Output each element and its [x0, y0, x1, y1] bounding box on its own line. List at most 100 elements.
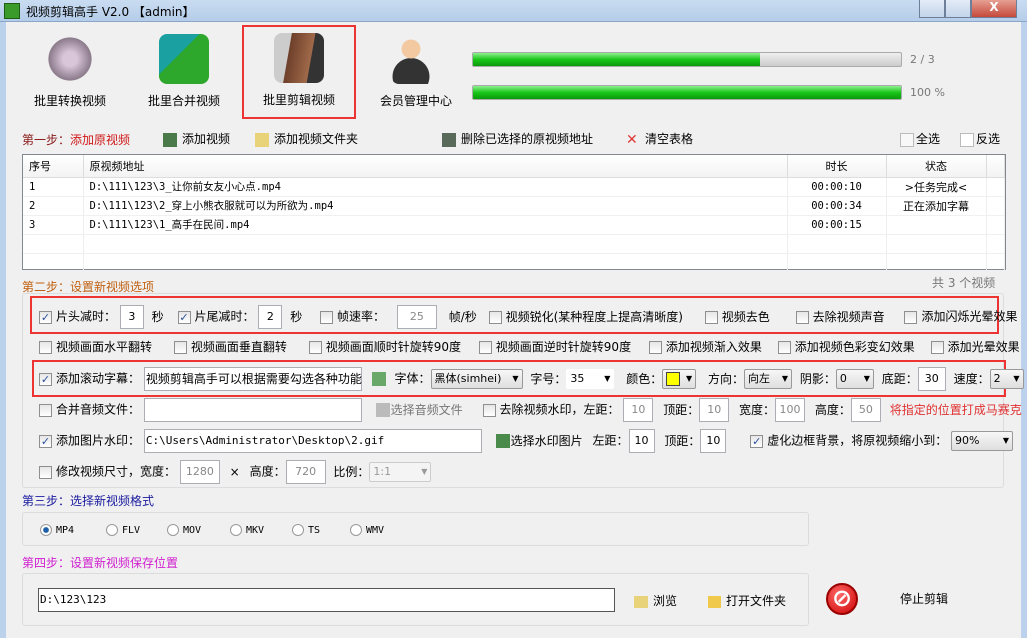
batch-edit-button[interactable]: 批里剪辑视频: [242, 25, 356, 119]
wm-top-input[interactable]: 10: [699, 398, 730, 422]
format-mkv[interactable]: MKV: [230, 524, 264, 536]
watermark-path-input[interactable]: C:\Users\Administrator\Desktop\2.gif: [143, 429, 482, 453]
format-label: WMV: [366, 525, 385, 536]
image-watermark-checkbox[interactable]: ✓: [39, 434, 52, 448]
subtitle-checkbox[interactable]: ✓: [39, 372, 52, 386]
unit-label: 秒: [151, 309, 164, 324]
select-watermark-label: 选择水印图片: [510, 433, 583, 448]
minimize-button[interactable]: [919, 0, 945, 18]
mute-checkbox[interactable]: [795, 310, 809, 324]
wm-left-input[interactable]: 10: [623, 398, 654, 422]
merge-audio-checkbox[interactable]: [39, 403, 52, 417]
format-mp4[interactable]: MP4: [40, 524, 74, 536]
glow-checkbox[interactable]: [930, 341, 944, 354]
trim-head-checkbox[interactable]: ✓: [39, 310, 52, 324]
color-fx-checkbox[interactable]: [777, 341, 791, 354]
table-row[interactable]: 3 D:\111\123\1_高手在民间.mp4 00:00:15: [23, 215, 1005, 235]
direction-select[interactable]: 向左: [744, 369, 793, 389]
select-watermark-button[interactable]: 选择水印图片: [495, 433, 583, 448]
blur-bg-checkbox[interactable]: ✓: [750, 434, 764, 448]
trim-head-input[interactable]: 3: [119, 305, 144, 329]
delete-selected-label: 删除已选择的原视频地址: [461, 132, 594, 146]
col-path[interactable]: 原视频地址: [83, 155, 788, 178]
maximize-button[interactable]: [945, 0, 971, 18]
times-sign: ×: [229, 464, 240, 479]
window-frame-left: [0, 22, 6, 638]
add-video-label: 添加视频: [182, 132, 231, 146]
clear-table-button[interactable]: ✕ 清空表格: [626, 130, 693, 147]
wm-width-input[interactable]: 100: [775, 398, 806, 422]
add-video-button[interactable]: 添加视频: [163, 130, 230, 147]
sharpen-checkbox[interactable]: [488, 310, 502, 324]
subtitle-text-input[interactable]: 视频剪辑高手可以根据需要勾选各种功能: [143, 367, 362, 391]
table-row[interactable]: 1 D:\111\123\3_让你前女友小心点.mp4 00:00:10 >任务完成<: [23, 177, 1005, 197]
step4-heading: 第四步：设置新视频保存位置: [22, 556, 179, 570]
cell-index: 1: [23, 177, 84, 197]
clear-table-label: 清空表格: [645, 132, 694, 146]
stop-edit-button[interactable]: 停止剪辑: [900, 590, 948, 607]
color-select[interactable]: [662, 369, 697, 389]
bottom-margin-input[interactable]: 30: [917, 367, 946, 391]
vflip-checkbox[interactable]: [173, 341, 187, 354]
cell-duration: 00:00:10: [787, 177, 887, 197]
ratio-select[interactable]: 1:1: [369, 462, 432, 482]
decolor-checkbox[interactable]: [704, 310, 718, 324]
blur-scale-select[interactable]: 90%: [951, 431, 1014, 451]
trim-head-label: 片头减时：: [56, 309, 117, 324]
step1-heading: 第一步：添加原视频: [22, 131, 130, 148]
radio: [230, 524, 242, 536]
open-folder-button[interactable]: 打开文件夹: [708, 592, 786, 609]
invert-select-button[interactable]: 反选: [960, 130, 1000, 147]
step3-heading: 第三步：选择新视频格式: [22, 494, 155, 508]
image-watermark-row: ✓ 添加图片水印： C:\Users\Administrator\Desktop\…: [39, 429, 1014, 453]
unit-label: 秒: [290, 309, 303, 324]
wm-height-input[interactable]: 50: [850, 398, 881, 422]
color-swatch: [666, 372, 681, 386]
resize-height-input[interactable]: 720: [285, 460, 326, 484]
font-select[interactable]: 黑体(simhei): [430, 369, 523, 389]
stop-icon[interactable]: ⊘: [826, 583, 858, 615]
trim-tail-checkbox[interactable]: ✓: [177, 310, 191, 324]
rotate-ccw-checkbox[interactable]: [478, 341, 492, 354]
trim-tail-input[interactable]: 2: [258, 305, 283, 329]
resize-width-input[interactable]: 1280: [179, 460, 220, 484]
img-left-input[interactable]: 10: [628, 429, 655, 453]
fps-input[interactable]: 25: [396, 305, 437, 329]
speed-select[interactable]: 2: [989, 369, 1024, 389]
wm-top-label: 顶距：: [663, 402, 700, 417]
audio-file-input[interactable]: [143, 398, 362, 422]
fps-checkbox[interactable]: [320, 310, 334, 324]
cell-index: 3: [23, 215, 84, 235]
close-button[interactable]: X: [971, 0, 1017, 18]
select-all-button[interactable]: 全选: [900, 130, 940, 147]
hflip-checkbox[interactable]: [39, 341, 52, 354]
save-path-input[interactable]: D:\123\123: [38, 588, 615, 612]
fade-in-checkbox[interactable]: [648, 341, 662, 354]
batch-convert-button[interactable]: 批里转换视频: [22, 28, 118, 116]
format-mov[interactable]: MOV: [167, 524, 201, 536]
cell-status: >任务完成<: [886, 177, 987, 197]
video-table[interactable]: 序号 原视频地址 时长 状态 1 D:\111\123\3_让你前女友小心点.mp…: [22, 154, 1006, 273]
format-flv[interactable]: FLV: [106, 524, 140, 536]
rotate-cw-checkbox[interactable]: [308, 341, 322, 354]
col-duration[interactable]: 时长: [787, 155, 887, 178]
col-status[interactable]: 状态: [886, 155, 987, 178]
format-ts[interactable]: TS: [292, 524, 320, 536]
select-audio-button[interactable]: 选择音频文件: [375, 403, 463, 417]
browse-button[interactable]: 浏览: [634, 592, 677, 609]
col-index[interactable]: 序号: [23, 155, 84, 178]
batch-merge-button[interactable]: 批里合并视频: [136, 28, 232, 116]
delete-selected-button[interactable]: 删除已选择的原视频地址: [442, 130, 593, 147]
member-center-button[interactable]: 会员管理中心: [368, 28, 464, 116]
format-wmv[interactable]: WMV: [350, 524, 384, 536]
table-row[interactable]: 2 D:\111\123\2_穿上小熊衣服就可以为所欲为.mp4 00:00:34 正…: [23, 196, 1005, 216]
shadow-select[interactable]: 0: [835, 369, 874, 389]
resize-checkbox[interactable]: [39, 465, 52, 479]
add-folder-button[interactable]: 添加视频文件夹: [255, 130, 358, 147]
remove-watermark-checkbox[interactable]: [482, 403, 496, 417]
size-select[interactable]: 35: [566, 369, 615, 389]
img-top-input[interactable]: 10: [700, 429, 727, 453]
refresh-icon[interactable]: [371, 372, 386, 386]
flash-checkbox[interactable]: [904, 310, 918, 324]
img-top-label: 顶距：: [664, 433, 701, 448]
